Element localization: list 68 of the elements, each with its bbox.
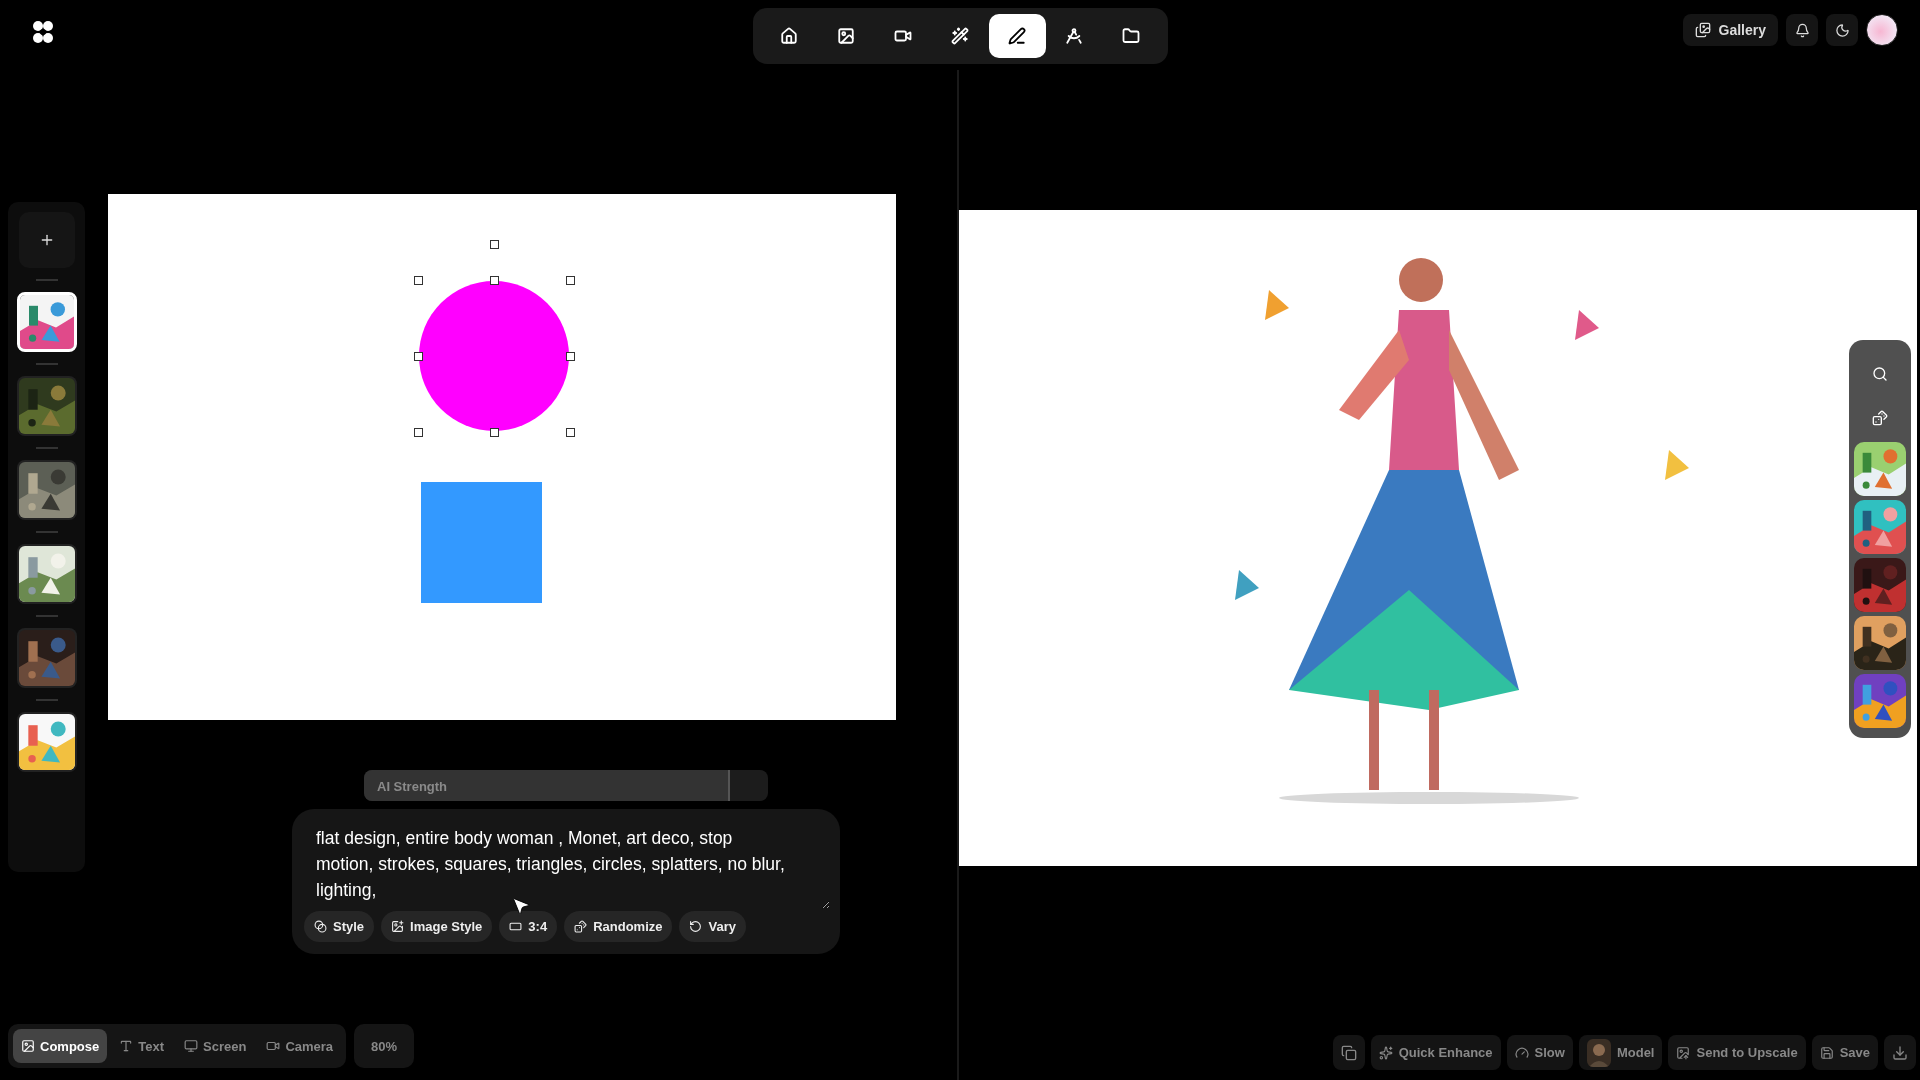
dice-icon bbox=[574, 920, 588, 933]
mode-tab[interactable]: Text bbox=[111, 1029, 172, 1063]
copy-button[interactable] bbox=[1332, 1035, 1365, 1070]
thumbnail[interactable] bbox=[16, 712, 77, 772]
resize-handle[interactable] bbox=[490, 428, 499, 437]
prompt-chip[interactable]: Randomize bbox=[564, 911, 673, 942]
resize-handle[interactable] bbox=[490, 240, 499, 249]
gauge-icon bbox=[1514, 1045, 1529, 1060]
images-icon bbox=[1694, 22, 1711, 38]
prompt-chip[interactable]: Vary bbox=[679, 911, 746, 942]
text-icon bbox=[119, 1039, 134, 1053]
resize-handle[interactable] bbox=[566, 352, 575, 361]
model-button[interactable]: Model bbox=[1578, 1035, 1663, 1070]
home-icon bbox=[780, 27, 798, 45]
model-avatar-icon bbox=[1586, 1038, 1611, 1067]
resize-handle[interactable] bbox=[490, 276, 499, 285]
ai-strength-slider[interactable]: AI Strength bbox=[364, 770, 768, 801]
folder-icon bbox=[1122, 27, 1140, 45]
speed-button[interactable]: Slow bbox=[1506, 1035, 1573, 1070]
thumbnail[interactable] bbox=[16, 292, 77, 352]
monitor-icon bbox=[184, 1039, 198, 1053]
quick-enhance-button[interactable]: Quick Enhance bbox=[1370, 1035, 1501, 1070]
logo-icon bbox=[32, 20, 54, 44]
image-icon bbox=[837, 27, 855, 45]
gallery-button[interactable]: Gallery bbox=[1682, 14, 1778, 46]
magic-wand-icon bbox=[951, 27, 969, 45]
image-plus-icon bbox=[391, 920, 405, 933]
thumbnail[interactable] bbox=[16, 628, 77, 688]
save-button[interactable]: Save bbox=[1811, 1035, 1878, 1070]
dice-icon bbox=[1872, 410, 1888, 426]
sparkles-icon bbox=[1378, 1045, 1393, 1060]
notifications-button[interactable] bbox=[1786, 14, 1818, 46]
copy-icon bbox=[1340, 1044, 1357, 1061]
thumbnail[interactable] bbox=[16, 376, 77, 436]
prompt-chip[interactable]: 3:4 bbox=[499, 911, 558, 942]
pen-icon bbox=[1008, 27, 1026, 45]
nav-tab[interactable] bbox=[988, 14, 1046, 58]
send-to-upscale-button[interactable]: Send to Upscale bbox=[1668, 1035, 1806, 1070]
resize-handle[interactable] bbox=[566, 276, 575, 285]
image-up-icon bbox=[1676, 1045, 1691, 1060]
compass-icon bbox=[1065, 27, 1083, 45]
mode-tab[interactable]: Compose bbox=[13, 1029, 108, 1063]
resize-handle[interactable] bbox=[414, 428, 423, 437]
image-icon bbox=[21, 1039, 35, 1053]
search-icon bbox=[1872, 366, 1888, 382]
zoom-level-button[interactable]: 80% bbox=[354, 1024, 415, 1068]
moon-icon bbox=[1834, 22, 1850, 38]
avatar[interactable] bbox=[1866, 14, 1898, 46]
bell-icon bbox=[1794, 22, 1810, 38]
video-camera-icon bbox=[266, 1039, 281, 1053]
prompt-field[interactable]: flat design, entire body woman , Monet, art deco, stop motion, strokes, squares, triangles, circles, splatters, no blur, lighting, bbox=[292, 809, 840, 909]
mode-tab[interactable]: Camera bbox=[258, 1029, 342, 1063]
rotate-icon bbox=[689, 920, 703, 933]
download-button[interactable] bbox=[1884, 1035, 1916, 1070]
thumbnail[interactable] bbox=[16, 544, 77, 604]
rectangle-icon bbox=[509, 920, 523, 933]
slider-label: AI Strength bbox=[377, 779, 448, 794]
prompt-chip[interactable]: Style bbox=[304, 911, 375, 942]
resize-handle[interactable] bbox=[414, 276, 423, 285]
resize-handle[interactable] bbox=[566, 428, 575, 437]
theme-toggle-button[interactable] bbox=[1826, 14, 1858, 46]
mode-tab[interactable]: Screen bbox=[176, 1029, 255, 1063]
download-icon bbox=[1892, 1044, 1908, 1061]
prompt-chip[interactable]: Image Style bbox=[381, 911, 493, 942]
resize-handle[interactable] bbox=[414, 352, 423, 361]
circles-icon bbox=[314, 920, 327, 933]
thumbnail[interactable] bbox=[16, 460, 77, 520]
save-icon bbox=[1819, 1045, 1834, 1060]
